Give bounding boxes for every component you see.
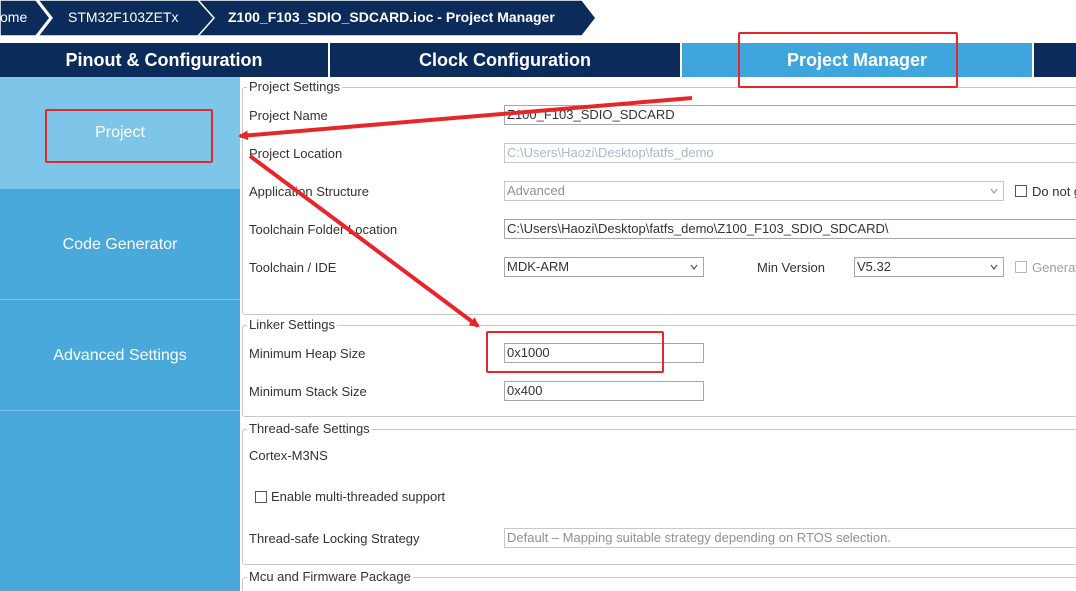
sidebar-item-advanced-settings[interactable]: Advanced Settings [0,301,240,411]
breadcrumb-project-manager[interactable]: Z100_F103_SDIO_SDCARD.ioc - Project Mana… [198,0,598,36]
annotation-box-heap-size [486,331,664,373]
select-value: MDK-ARM [507,259,570,274]
core-label: Cortex-M3NS [249,448,328,463]
project-location-label: Project Location [249,146,343,161]
generate-label: Generat [1032,260,1076,275]
group-title: Thread-safe Settings [247,421,372,436]
thread-safe-settings-group: Thread-safe Settings Cortex-M3NS Enable … [242,421,1076,565]
min-heap-size-label: Minimum Heap Size [249,346,366,361]
min-stack-size-field[interactable]: 0x400 [504,381,704,401]
breadcrumb-label: ome [0,9,28,25]
application-structure-select[interactable]: Advanced [504,181,1004,201]
min-version-label: Min Version [757,260,825,275]
project-location-field[interactable]: C:\Users\Haozi\Desktop\fatfs_demo [504,143,1076,163]
tab-tools[interactable] [1034,43,1076,77]
breadcrumb: Z100_F103_SDIO_SDCARD.ioc - Project Mana… [0,0,1076,36]
multi-threaded-checkbox[interactable] [255,491,267,503]
sidebar-item-code-generator[interactable]: Code Generator [0,190,240,300]
min-stack-size-label: Minimum Stack Size [249,384,367,399]
toolchain-folder-field[interactable]: C:\Users\Haozi\Desktop\fatfs_demo\Z100_F… [504,219,1076,239]
stm32cubemx-window: Z100_F103_SDIO_SDCARD.ioc - Project Mana… [0,0,1076,591]
mcu-firmware-package-group: Mcu and Firmware Package [242,569,1076,591]
locking-strategy-label: Thread-safe Locking Strategy [249,531,420,546]
application-structure-label: Application Structure [249,184,369,199]
select-value: Advanced [507,183,565,198]
group-title: Mcu and Firmware Package [247,569,413,584]
tab-clock-configuration[interactable]: Clock Configuration [330,43,680,77]
chevron-down-icon [690,264,698,270]
select-value: V5.32 [857,259,891,274]
annotation-box-project [45,109,213,163]
generate-checkbox[interactable] [1015,261,1027,273]
breadcrumb-label: STM32F103ZETx [68,9,179,25]
group-title: Linker Settings [247,317,337,332]
breadcrumb-mcu[interactable]: STM32F103ZETx [38,0,216,36]
toolchain-ide-label: Toolchain / IDE [249,260,337,275]
project-name-field[interactable]: Z100_F103_SDIO_SDCARD [504,105,1076,125]
tab-pinout-configuration[interactable]: Pinout & Configuration [0,43,328,77]
annotation-box-project-manager [738,32,958,88]
do-not-generate-label: Do not g [1032,184,1076,199]
min-version-select[interactable]: V5.32 [854,257,1004,277]
chevron-down-icon [990,264,998,270]
project-name-label: Project Name [249,108,328,123]
project-settings-group: Project Settings Project Name Z100_F103_… [242,79,1076,315]
toolchain-ide-select[interactable]: MDK-ARM [504,257,704,277]
locking-strategy-select[interactable]: Default – Mapping suitable strategy depe… [504,528,1076,548]
do-not-generate-checkbox[interactable] [1015,185,1027,197]
breadcrumb-label: Z100_F103_SDIO_SDCARD.ioc - Project Mana… [228,9,555,25]
toolchain-folder-label: Toolchain Folder Location [249,222,398,237]
group-title: Project Settings [247,79,343,94]
multi-threaded-label: Enable multi-threaded support [271,489,446,504]
chevron-down-icon [990,188,998,194]
